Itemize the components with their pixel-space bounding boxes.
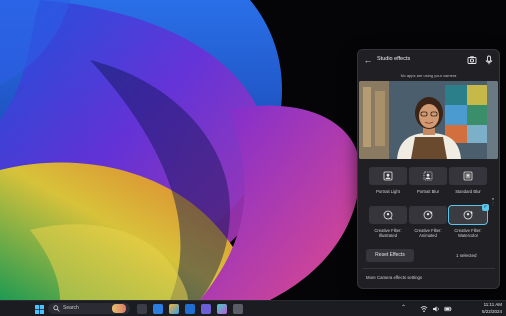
mail-icon[interactable]	[185, 304, 195, 314]
camera-usage-notice: No apps are using your camera	[400, 73, 457, 78]
camera-preview	[359, 81, 498, 159]
portrait-blur-icon	[423, 171, 433, 181]
portrait-light-icon	[383, 171, 393, 181]
effect-standard-blur[interactable]	[449, 167, 487, 185]
scroll-indicator[interactable]: ● ⋮	[491, 196, 495, 206]
panel-title: Studio effects	[377, 56, 411, 62]
divider	[362, 268, 495, 269]
search-icon	[53, 305, 60, 312]
teams-icon[interactable]	[201, 304, 211, 314]
label-line-2: Watercolor	[457, 233, 479, 238]
volume-icon[interactable]	[432, 305, 440, 313]
copilot-icon[interactable]	[217, 304, 227, 314]
panel-header: ← Studio effects	[358, 50, 499, 70]
studio-effects-panel: ← Studio effects No apps are using your …	[357, 49, 500, 289]
wifi-icon[interactable]	[420, 305, 428, 313]
filter-watercolor-icon	[463, 210, 473, 220]
microphone-icon[interactable]	[483, 54, 495, 66]
effect-portrait-light[interactable]	[369, 167, 407, 185]
settings-icon[interactable]	[233, 304, 243, 314]
selected-check-icon: ✓	[482, 204, 489, 211]
label-line-2: Animated	[419, 233, 437, 238]
back-button[interactable]: ←	[363, 55, 373, 65]
label-line-2: Illustrated	[378, 233, 398, 238]
search-placeholder: Search	[63, 305, 79, 311]
search-highlight-icon	[112, 304, 126, 313]
edge-icon[interactable]	[153, 304, 163, 314]
more-camera-settings-link[interactable]: More Camera effects settings	[366, 275, 422, 280]
camera-icon[interactable]	[466, 54, 478, 66]
effect-creative-animated[interactable]	[409, 206, 447, 224]
effect-creative-illustrated-label: Creative Filter: Illustrated	[367, 228, 409, 238]
effect-creative-animated-label: Creative Filter: Animated	[407, 228, 449, 238]
windows-start-icon[interactable]	[35, 305, 44, 314]
standard-blur-icon	[463, 171, 473, 181]
effect-portrait-blur-label: Portrait Blur	[416, 189, 440, 194]
filter-animated-icon	[423, 210, 433, 220]
file-explorer-icon[interactable]	[137, 304, 147, 314]
arrow-left-icon: ←	[363, 55, 373, 65]
store-icon[interactable]	[169, 304, 179, 314]
effect-creative-illustrated[interactable]	[369, 206, 407, 224]
effect-portrait-blur[interactable]	[409, 167, 447, 185]
filter-illustrated-icon	[383, 210, 393, 220]
chevron-up-icon[interactable]: ⌃	[401, 304, 406, 311]
taskbar: Search ⌃ 11:11 AM 5/22/2024	[0, 300, 506, 316]
reset-effects-button[interactable]: Reset Effects	[366, 249, 414, 262]
effect-portrait-light-label: Portrait Light	[376, 189, 400, 194]
effect-creative-watercolor-label: Creative Filter: Watercolor	[447, 228, 489, 238]
effect-creative-watercolor[interactable]: ✓	[448, 204, 489, 225]
taskbar-search-box[interactable]: Search	[48, 303, 130, 314]
clock-time[interactable]: 11:11 AM	[464, 302, 502, 307]
camera-preview-image	[359, 81, 498, 159]
selected-count: 1 selected	[456, 253, 477, 258]
clock-date[interactable]: 5/22/2024	[464, 309, 502, 314]
battery-icon[interactable]	[444, 305, 452, 313]
effect-standard-blur-label: Standard Blur	[455, 189, 481, 194]
